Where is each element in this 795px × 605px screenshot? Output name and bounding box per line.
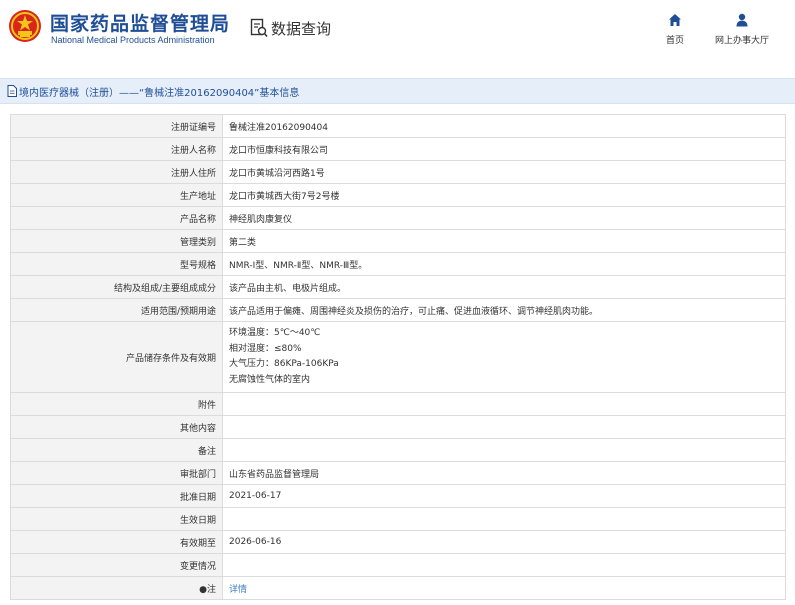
storage-line: 相对湿度：≤80%	[229, 343, 302, 354]
row-value: NMR-Ⅰ型、NMR-Ⅱ型、NMR-Ⅲ型。	[222, 252, 786, 276]
table-row-note: ●注 详情	[10, 576, 786, 600]
table-row: 生产地址 龙口市黄城西大街7号2号楼	[10, 183, 786, 207]
table-row: 生效日期	[10, 507, 786, 531]
row-label: 备注	[10, 438, 223, 462]
note-label: ●注	[10, 576, 223, 600]
data-query-link[interactable]: 数据查询	[250, 17, 331, 39]
nav-home[interactable]: 首页	[661, 13, 689, 46]
row-value	[222, 392, 786, 416]
table-row: 注册证编号 鲁械注准20162090404	[10, 114, 786, 138]
row-value	[222, 507, 786, 531]
data-query-icon	[250, 18, 268, 38]
document-icon	[7, 85, 17, 97]
row-label: 生产地址	[10, 183, 223, 207]
row-label: 变更情况	[10, 553, 223, 577]
table-row: 批准日期 2021-06-17	[10, 484, 786, 508]
home-icon	[669, 14, 681, 26]
record-title: 境内医疗器械（注册）——“鲁械注准20162090404”基本信息	[19, 87, 300, 99]
row-value: 山东省药品监督管理局	[222, 461, 786, 485]
table-row: 结构及组成/主要组成成分 该产品由主机、电极片组成。	[10, 275, 786, 299]
row-label: 产品名称	[10, 206, 223, 230]
row-label: 结构及组成/主要组成成分	[10, 275, 223, 299]
row-value: 2021-06-17	[222, 484, 786, 508]
table-row-storage: 产品储存条件及有效期 环境温度：5℃～40℃ 相对湿度：≤80% 大气压力：86…	[10, 321, 786, 393]
row-label: 管理类别	[10, 229, 223, 253]
data-query-label: 数据查询	[271, 19, 332, 38]
row-label: 审批部门	[10, 461, 223, 485]
row-value: 龙口市黄城西大街7号2号楼	[222, 183, 786, 207]
row-label: 附件	[10, 392, 223, 416]
table-row: 审批部门 山东省药品监督管理局	[10, 461, 786, 485]
row-value: 龙口市黄城沿河西路1号	[222, 160, 786, 184]
row-label: 其他内容	[10, 415, 223, 439]
table-row: 其他内容	[10, 415, 786, 439]
row-value	[222, 553, 786, 577]
org-name-cn[interactable]: 国家药品监督管理局	[50, 9, 230, 36]
row-label: 适用范围/预期用途	[10, 298, 223, 322]
table-row: 管理类别 第二类	[10, 229, 786, 253]
registration-info-table: 注册证编号 鲁械注准20162090404 注册人名称 龙口市恒康科技有限公司 …	[10, 114, 786, 600]
table-row: 变更情况	[10, 553, 786, 577]
site-header: 国家药品监督管理局 National Medical Products Admi…	[0, 0, 795, 58]
table-row: 备注	[10, 438, 786, 462]
user-icon	[736, 13, 748, 27]
row-value: 鲁械注准20162090404	[222, 114, 786, 138]
details-link[interactable]: 详情	[229, 585, 247, 595]
row-value: 该产品由主机、电极片组成。	[222, 275, 786, 299]
storage-conditions: 环境温度：5℃～40℃ 相对湿度：≤80% 大气压力：86KPa-106KPa …	[222, 321, 786, 393]
row-value	[222, 438, 786, 462]
note-value: 详情	[222, 576, 786, 600]
nav-online-service-hall-label: 网上办事大厅	[714, 36, 769, 46]
table-row: 有效期至 2026-06-16	[10, 530, 786, 554]
row-label: 产品储存条件及有效期	[10, 321, 223, 393]
row-value: 龙口市恒康科技有限公司	[222, 137, 786, 161]
record-title-bar: 境内医疗器械（注册）——“鲁械注准20162090404”基本信息	[0, 78, 795, 104]
table-row: 型号规格 NMR-Ⅰ型、NMR-Ⅱ型、NMR-Ⅲ型。	[10, 252, 786, 276]
row-value	[222, 415, 786, 439]
storage-line: 大气压力：86KPa-106KPa	[229, 359, 339, 369]
row-value: 该产品适用于偏瘫、周围神经炎及损伤的治疗，可止痛、促进血液循环、调节神经肌肉功能…	[222, 298, 786, 322]
row-label: 注册人住所	[10, 160, 223, 184]
national-emblem-icon	[9, 10, 41, 42]
row-label: 注册证编号	[10, 114, 223, 138]
table-row: 注册人住所 龙口市黄城沿河西路1号	[10, 160, 786, 184]
storage-line: 环境温度：5℃～40℃	[229, 328, 321, 338]
table-row: 附件	[10, 392, 786, 416]
nav-online-service-hall[interactable]: 网上办事大厅	[712, 13, 772, 46]
row-value: 神经肌肉康复仪	[222, 206, 786, 230]
row-label: 有效期至	[10, 530, 223, 554]
row-label: 批准日期	[10, 484, 223, 508]
row-value: 2026-06-16	[222, 530, 786, 554]
storage-line: 无腐蚀性气体的室内	[229, 374, 311, 385]
row-label: 生效日期	[10, 507, 223, 531]
table-row: 适用范围/预期用途 该产品适用于偏瘫、周围神经炎及损伤的治疗，可止痛、促进血液循…	[10, 298, 786, 322]
nav-home-label: 首页	[665, 36, 684, 46]
table-row: 注册人名称 龙口市恒康科技有限公司	[10, 137, 786, 161]
row-label: 型号规格	[10, 252, 223, 276]
row-value: 第二类	[222, 229, 786, 253]
row-label: 注册人名称	[10, 137, 223, 161]
org-name-en[interactable]: National Medical Products Administration	[51, 35, 215, 45]
table-row: 产品名称 神经肌肉康复仪	[10, 206, 786, 230]
